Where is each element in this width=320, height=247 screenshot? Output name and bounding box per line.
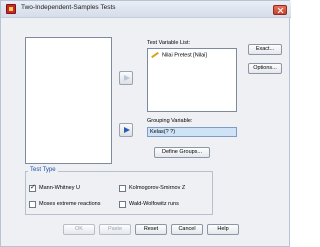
mann-whitney-checkbox[interactable]	[29, 183, 36, 192]
test-type-group	[25, 171, 213, 215]
window-title: Two-Independent-Samples Tests	[21, 4, 116, 11]
moses-checkbox[interactable]	[29, 201, 36, 208]
move-to-grouping-button[interactable]	[119, 123, 133, 137]
reset-button[interactable]: Reset	[135, 224, 167, 235]
grouping-variable-field[interactable]: Kelas(? ?)	[147, 127, 237, 137]
test-variable-list-label: Test Variable List:	[147, 40, 191, 46]
list-item[interactable]: Nilai Pretest [Nilai]	[151, 52, 207, 58]
move-to-test-list-button[interactable]	[119, 71, 133, 85]
test-variable-list[interactable]: Nilai Pretest [Nilai]	[147, 48, 237, 112]
exact-button[interactable]: Exact...	[248, 44, 282, 55]
close-button[interactable]	[273, 5, 287, 15]
define-groups-button[interactable]: Define Groups...	[154, 147, 210, 158]
arrow-right-icon	[124, 75, 130, 81]
scale-variable-icon	[151, 52, 159, 58]
kolmogorov-smirnov-label[interactable]: Kolmogorov-Smirnov Z	[129, 185, 185, 191]
kolmogorov-smirnov-checkbox[interactable]	[119, 185, 126, 192]
paste-button[interactable]: Paste	[99, 224, 131, 235]
dialog-window: Two-Independent-Samples Tests Test Varia…	[0, 0, 291, 247]
help-button[interactable]: Help	[207, 224, 239, 235]
options-button[interactable]: Options...	[248, 63, 282, 74]
list-item-label: Nilai Pretest [Nilai]	[162, 52, 207, 59]
title-bar[interactable]: Two-Independent-Samples Tests	[1, 1, 291, 18]
arrow-right-icon	[124, 127, 130, 133]
grouping-variable-label: Grouping Variable:	[147, 118, 193, 124]
source-variable-list[interactable]	[25, 37, 112, 164]
test-type-title: Test Type	[28, 167, 58, 173]
ok-button[interactable]: OK	[63, 224, 95, 235]
wald-wolfowitz-checkbox[interactable]	[119, 201, 126, 208]
wald-wolfowitz-label[interactable]: Wald-Wolfowitz runs	[129, 201, 179, 207]
moses-label[interactable]: Moses extreme reactions	[39, 201, 100, 207]
mann-whitney-label[interactable]: Mann-Whitney U	[39, 185, 80, 191]
cancel-button[interactable]: Cancel	[171, 224, 203, 235]
spss-app-icon	[6, 4, 16, 14]
